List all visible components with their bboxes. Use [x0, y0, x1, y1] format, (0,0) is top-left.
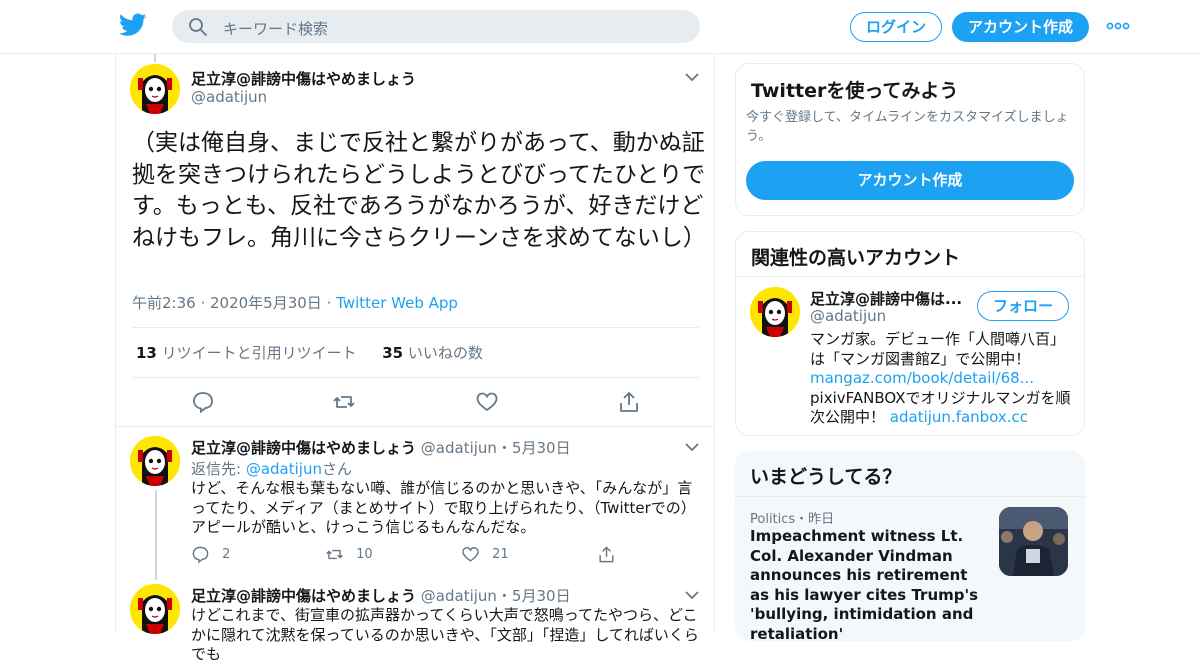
like-heart-icon[interactable] — [475, 390, 499, 414]
reply-to-prefix: 返信先: — [191, 460, 246, 478]
retweet-action[interactable]: 10 — [325, 545, 373, 564]
share-icon[interactable] — [617, 390, 641, 414]
cartoon-avatar-icon — [130, 64, 180, 114]
like-heart-icon — [462, 547, 479, 562]
whats-happening-title: いまどうしてる？ — [750, 466, 902, 488]
tweet-date[interactable]: 2020年5月30日 — [210, 294, 322, 312]
bio-link[interactable]: mangaz.com/book/detail/68... — [810, 369, 1078, 389]
retweet-count: 10 — [356, 547, 373, 562]
more-dots-icon[interactable] — [1106, 18, 1130, 34]
tweet-meta: 午前2:36 · 2020年5月30日 · Twitter Web App — [132, 292, 458, 313]
reply-icon — [192, 546, 209, 564]
signup-button[interactable]: アカウント作成 — [746, 161, 1074, 200]
follow-button[interactable]: フォロー — [977, 291, 1069, 321]
thread-connector-line — [154, 54, 156, 62]
chevron-down-icon[interactable] — [684, 442, 700, 452]
tweet-stats: 13 リツイートと引用リツイート 35 いいねの数 — [136, 342, 483, 363]
try-twitter-card: Twitterを使ってみよう 今すぐ登録して、タイムラインをカスタマイズしましょ… — [735, 63, 1085, 216]
likes-stats-link[interactable]: 35 いいねの数 — [382, 344, 483, 362]
like-action[interactable]: 21 — [461, 545, 509, 564]
divider — [116, 426, 714, 427]
divider — [736, 276, 1084, 277]
cartoon-avatar-icon — [750, 287, 800, 337]
reply-count: 2 — [222, 547, 231, 562]
replying-to: 返信先: @adatijunさん — [191, 458, 352, 479]
search-placeholder: キーワード検索 — [223, 20, 329, 38]
reply-to-suffix: さん — [321, 460, 352, 478]
try-twitter-description: 今すぐ登録して、タイムラインをカスタマイズしましょう。 — [746, 110, 1069, 144]
twitter-bird-logo-icon[interactable] — [119, 13, 147, 37]
avatar[interactable] — [130, 436, 180, 486]
avatar[interactable] — [750, 287, 800, 337]
reply-author-name[interactable]: 足立淳@誹謗中傷はやめましょう — [191, 587, 416, 605]
cartoon-avatar-icon — [130, 436, 180, 486]
share-action[interactable] — [597, 545, 616, 564]
trend-category: Politics・昨日 — [750, 512, 835, 527]
trend-thumbnail-image[interactable] — [999, 507, 1068, 576]
reply-text: けど、そんな根も葉もない噂、誰が信じるのかと思いきや、「みんなが」言ってたり、メ… — [191, 479, 696, 536]
tweet-time[interactable]: 午前2:36 — [132, 294, 196, 312]
bio-line: は「マンガ図書館Z」で公開中！ — [810, 349, 1031, 368]
retweets-count: 13 — [136, 344, 157, 362]
trend-headline[interactable]: Impeachment witness Lt. Col. Alexander V… — [750, 527, 988, 644]
reply-to-handle-link[interactable]: @adatijun — [246, 460, 322, 478]
like-count: 21 — [492, 547, 509, 562]
chevron-down-icon[interactable] — [684, 72, 700, 82]
retweet-icon — [326, 549, 343, 560]
reply-author-name[interactable]: 足立淳@誹謗中傷はやめましょう — [191, 439, 416, 457]
related-accounts-title: 関連性の高いアカウント — [751, 247, 961, 269]
meta-dot: · — [321, 294, 337, 312]
reply-icon[interactable] — [191, 390, 215, 414]
tweet-source-link[interactable]: Twitter Web App — [336, 294, 458, 312]
bio-line: 次公開中！ — [810, 408, 886, 426]
login-button[interactable]: ログイン — [850, 12, 942, 42]
share-icon — [599, 546, 614, 563]
related-account-name[interactable]: 足立淳@誹謗中傷は... — [810, 288, 962, 309]
avatar[interactable] — [130, 64, 180, 114]
top-navigation-bar: キーワード検索 ログイン アカウント作成 — [0, 0, 1200, 54]
meta-dot: · — [195, 294, 210, 312]
related-account-handle[interactable]: @adatijun — [810, 307, 886, 325]
chevron-down-icon[interactable] — [684, 590, 700, 600]
author-handle[interactable]: @adatijun — [191, 88, 267, 106]
retweets-label: リツイートと引用リツイート — [161, 344, 357, 362]
cartoon-avatar-icon — [130, 584, 180, 634]
reply-header: 足立淳@誹謗中傷はやめましょう @adatijun・5月30日 — [191, 585, 571, 606]
search-box[interactable]: キーワード検索 — [172, 10, 700, 43]
try-twitter-title: Twitterを使ってみよう — [751, 80, 959, 102]
divider — [132, 327, 699, 328]
reply-handle-date[interactable]: @adatijun・5月30日 — [421, 439, 571, 457]
likes-label: いいねの数 — [407, 344, 483, 362]
bio-line: pixivFANBOXでオリジナルマンガを順 — [810, 388, 1071, 407]
author-name[interactable]: 足立淳@誹謗中傷はやめましょう — [191, 68, 416, 89]
whats-happening-card: いまどうしてる？ Politics・昨日 Impeachment witness… — [735, 451, 1085, 644]
signup-button[interactable]: アカウント作成 — [952, 12, 1089, 42]
reply-handle-date[interactable]: @adatijun・5月30日 — [421, 587, 571, 605]
tweet-text: （実は俺自身、まじで反社と繋がりがあって、動かぬ証拠を突きつけられたらどうしよう… — [132, 130, 706, 251]
reply-action[interactable]: 2 — [191, 545, 230, 564]
bio-line: マンガ家。デビュー作「人間噂八百」 — [810, 330, 1066, 348]
news-photo-icon — [999, 507, 1068, 576]
thread-connector-line — [155, 490, 157, 580]
divider — [132, 377, 699, 378]
retweet-stats-link[interactable]: 13 リツイートと引用リツイート — [136, 344, 357, 362]
likes-count: 35 — [382, 344, 404, 362]
related-account-bio: マンガ家。デビュー作「人間噂八百」 は「マンガ図書館Z」で公開中！ mangaz… — [810, 330, 1078, 428]
avatar[interactable] — [130, 584, 180, 634]
search-icon — [189, 18, 207, 36]
divider — [735, 496, 1085, 497]
reply-header: 足立淳@誹謗中傷はやめましょう @adatijun・5月30日 — [191, 437, 571, 458]
reply-text: けどこれまで、街宣車の拡声器かってくらい大声で怒鳴ってたやつら、どこかに隠れて沈… — [191, 606, 699, 663]
main-timeline-column: 足立淳@誹謗中傷はやめましょう @adatijun （実は俺自身、まじで反社と繋… — [115, 54, 715, 663]
related-accounts-card: 関連性の高いアカウント 足立淳@誹謗中傷は... @adatijun フォロー … — [735, 231, 1085, 436]
bio-link[interactable]: adatijun.fanbox.cc — [890, 408, 1028, 426]
retweet-icon[interactable] — [332, 390, 356, 414]
